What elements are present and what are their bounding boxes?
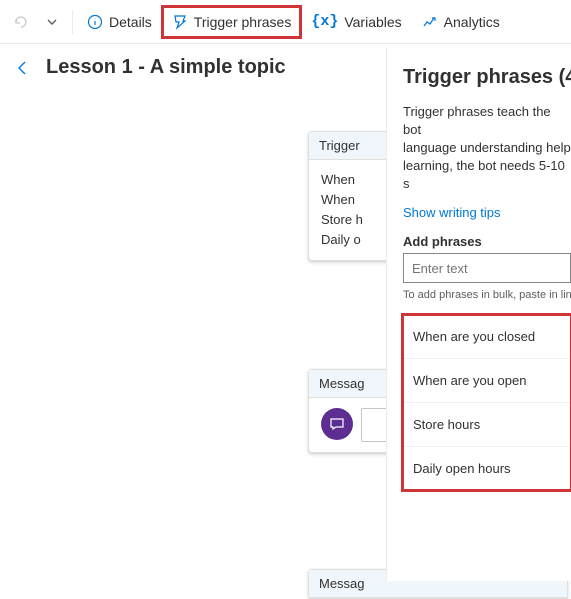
phrase-item[interactable]: When are you open [403, 359, 571, 403]
info-icon [87, 14, 103, 30]
separator [72, 10, 73, 34]
phrase-item[interactable]: Daily open hours [403, 447, 571, 490]
toolbar: Details Trigger phrases {x} Variables An… [0, 0, 571, 44]
trigger-icon [172, 14, 188, 30]
writing-tips-link[interactable]: Show writing tips [403, 205, 501, 220]
trigger-phrases-tab[interactable]: Trigger phrases [162, 6, 302, 38]
details-tab[interactable]: Details [77, 6, 162, 38]
phrase-list: When are you closed When are you open St… [403, 315, 571, 490]
variables-label: Variables [344, 14, 401, 30]
trigger-label: Trigger phrases [194, 14, 292, 30]
phrase-item[interactable]: Store hours [403, 403, 571, 447]
properties-panel: Trigger phrases (4) Trigger phrases teac… [386, 48, 571, 581]
bulk-hint: To add phrases in bulk, paste in line-se… [403, 289, 571, 301]
analytics-tab[interactable]: Analytics [412, 6, 510, 38]
add-phrases-label: Add phrases [403, 234, 571, 249]
undo-button [4, 6, 36, 38]
phrase-item[interactable]: When are you closed [403, 315, 571, 359]
analytics-icon [422, 14, 438, 30]
analytics-label: Analytics [444, 14, 500, 30]
variables-icon: {x} [311, 13, 338, 30]
back-button[interactable] [14, 59, 32, 77]
panel-description: Trigger phrases teach the bot language u… [403, 103, 571, 193]
panel-title: Trigger phrases (4) [403, 66, 571, 89]
details-label: Details [109, 14, 152, 30]
chat-icon [321, 408, 353, 440]
variables-tab[interactable]: {x} Variables [301, 6, 411, 38]
chevron-down-icon[interactable] [36, 6, 68, 38]
add-phrase-input[interactable] [403, 253, 571, 283]
page-title: Lesson 1 - A simple topic [46, 56, 286, 79]
